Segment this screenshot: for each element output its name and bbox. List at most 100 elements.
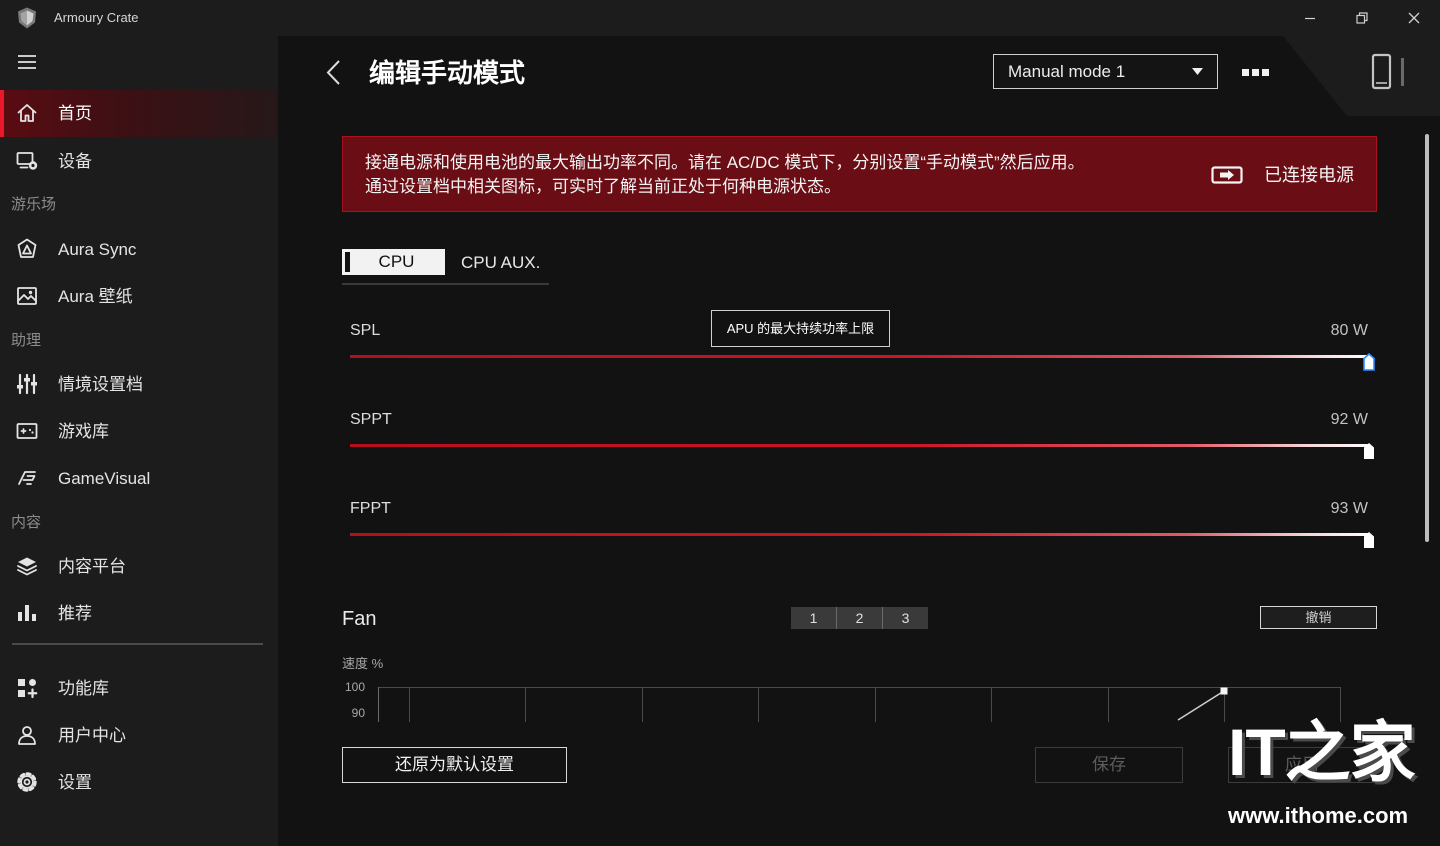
sidebar-item-home[interactable]: 首页	[0, 90, 278, 137]
wallpaper-icon	[15, 284, 39, 308]
slider-track[interactable]	[350, 533, 1370, 536]
layers-icon	[15, 554, 39, 578]
more-horizontal-icon[interactable]	[1238, 62, 1272, 82]
sidebar-item-game-library[interactable]: 游戏库	[0, 408, 278, 455]
save-button[interactable]: 保存	[1035, 747, 1183, 783]
sidebar-item-label: 首页	[58, 104, 92, 123]
power-alert-banner: 接通电源和使用电池的最大输出功率不同。请在 AC/DC 模式下，分别设置“手动模…	[342, 136, 1377, 212]
title-bar: Armoury Crate	[0, 0, 1440, 36]
watermark-url: www.ithome.com	[1228, 803, 1409, 828]
tab-underline	[342, 283, 549, 285]
minimize-icon	[1304, 12, 1316, 24]
sidebar-item-label: Aura 壁纸	[58, 287, 133, 306]
tab-cpu-aux[interactable]: CPU AUX.	[461, 251, 540, 275]
chevron-left-icon	[322, 58, 346, 88]
fan-tab-3[interactable]: 3	[882, 607, 928, 629]
bar-chart-icon	[15, 601, 39, 625]
fan-curve-line	[1177, 690, 1225, 721]
app-title: Armoury Crate	[54, 10, 139, 25]
sidebar-item-label: 功能库	[58, 679, 109, 698]
slider-label: SPPT	[350, 411, 392, 428]
slider-thumb[interactable]	[1363, 442, 1375, 460]
user-icon	[15, 723, 39, 747]
hamburger-icon	[17, 54, 37, 70]
minimize-button[interactable]	[1284, 0, 1336, 36]
asus-logo-icon	[15, 6, 39, 30]
sidebar: 首页 设备 游乐场 Aura Sync Aura 壁纸 助理 情境设置档 游戏库	[0, 36, 278, 846]
sidebar-item-label: 设备	[58, 152, 92, 171]
restore-button[interactable]	[1336, 0, 1388, 36]
scrollbar[interactable]	[1425, 134, 1429, 542]
slider-value: 92 W	[1330, 411, 1368, 428]
slider-thumb[interactable]	[1363, 531, 1375, 549]
sidebar-item-label: 内容平台	[58, 557, 126, 576]
fan-curve-chart[interactable]	[340, 680, 1350, 722]
sidebar-divider	[12, 643, 263, 645]
menu-button[interactable]	[14, 48, 40, 76]
game-library-icon	[15, 419, 39, 443]
watermark-logo: IT之家	[1228, 715, 1416, 789]
sidebar-item-scenario-profiles[interactable]: 情境设置档	[0, 361, 278, 408]
fan-y-axis-label: 速度 %	[342, 656, 384, 671]
mode-select[interactable]: Manual mode 1	[993, 54, 1218, 89]
sidebar-item-label: 情境设置档	[58, 375, 143, 394]
sidebar-section-assistant: 助理	[11, 332, 42, 349]
ac-power-icon	[1211, 166, 1243, 184]
sidebar-item-label: 设置	[58, 773, 92, 792]
slider-value: 93 W	[1330, 500, 1368, 517]
sidebar-item-devices[interactable]: 设备	[0, 138, 278, 185]
gear-icon	[15, 770, 39, 794]
sidebar-item-aura-wallpaper[interactable]: Aura 壁纸	[0, 273, 278, 320]
alert-text-line-1: 接通电源和使用电池的最大输出功率不同。请在 AC/DC 模式下，分别设置“手动模…	[365, 153, 1085, 172]
tab-cpu[interactable]: CPU	[342, 249, 445, 275]
sidebar-item-label: Aura Sync	[58, 240, 137, 259]
alert-text-line-2: 通过设置档中相关图标，可实时了解当前正处于何种电源状态。	[365, 177, 841, 196]
undo-button[interactable]: 撤销	[1260, 606, 1377, 629]
slider-value: 80 W	[1330, 322, 1368, 339]
sidebar-item-feature-library[interactable]: 功能库	[0, 665, 278, 712]
sidebar-item-aura-sync[interactable]: Aura Sync	[0, 226, 278, 273]
sidebar-item-recommend[interactable]: 推荐	[0, 590, 278, 637]
home-icon	[15, 101, 39, 125]
tab-label: CPU	[378, 252, 415, 271]
device-corner-panel	[1283, 36, 1440, 116]
slider-track[interactable]	[350, 444, 1370, 447]
close-icon	[1408, 12, 1420, 24]
slider-thumb[interactable]	[1363, 353, 1375, 371]
slider-label: FPPT	[350, 500, 391, 517]
sppt-slider[interactable]: SPPT 92 W	[350, 408, 1374, 464]
slider-track[interactable]	[350, 355, 1370, 358]
sidebar-item-label: 游戏库	[58, 422, 109, 441]
feature-library-icon	[15, 676, 39, 700]
fan-tab-2[interactable]: 2	[836, 607, 882, 629]
sidebar-item-settings[interactable]: 设置	[0, 759, 278, 806]
mode-select-value: Manual mode 1	[1008, 62, 1126, 81]
page-title: 编辑手动模式	[369, 58, 526, 88]
sidebar-item-gamevisual[interactable]: GameVisual	[0, 455, 278, 502]
fppt-slider[interactable]: FPPT 93 W	[350, 497, 1374, 553]
fan-tab-1[interactable]: 1	[791, 607, 836, 629]
power-status: 已连接电源	[1264, 165, 1354, 185]
sidebar-item-user-center[interactable]: 用户中心	[0, 712, 278, 759]
chevron-down-icon	[1192, 68, 1203, 75]
sidebar-item-label: GameVisual	[58, 469, 151, 488]
device-icon[interactable]	[1366, 52, 1410, 92]
sidebar-item-label: 用户中心	[58, 726, 126, 745]
reset-default-button[interactable]: 还原为默认设置	[342, 747, 567, 783]
gamevisual-icon	[15, 466, 39, 490]
sidebar-item-label: 推荐	[58, 604, 92, 623]
back-button[interactable]	[322, 58, 346, 88]
slider-label: SPL	[350, 322, 381, 339]
fan-tabs: 1 2 3	[791, 607, 928, 629]
sidebar-item-content-platform[interactable]: 内容平台	[0, 543, 278, 590]
spl-tooltip: APU 的最大持续功率上限	[711, 310, 890, 347]
sidebar-section-content: 内容	[11, 514, 42, 531]
devices-icon	[15, 149, 39, 173]
close-button[interactable]	[1388, 0, 1440, 36]
fan-curve-point[interactable]	[1220, 687, 1228, 695]
aura-sync-icon	[15, 237, 39, 261]
fan-chart-grid	[378, 687, 1341, 722]
sidebar-section-playground: 游乐场	[11, 196, 57, 213]
fan-title: Fan	[342, 608, 377, 630]
sliders-icon	[15, 372, 39, 396]
